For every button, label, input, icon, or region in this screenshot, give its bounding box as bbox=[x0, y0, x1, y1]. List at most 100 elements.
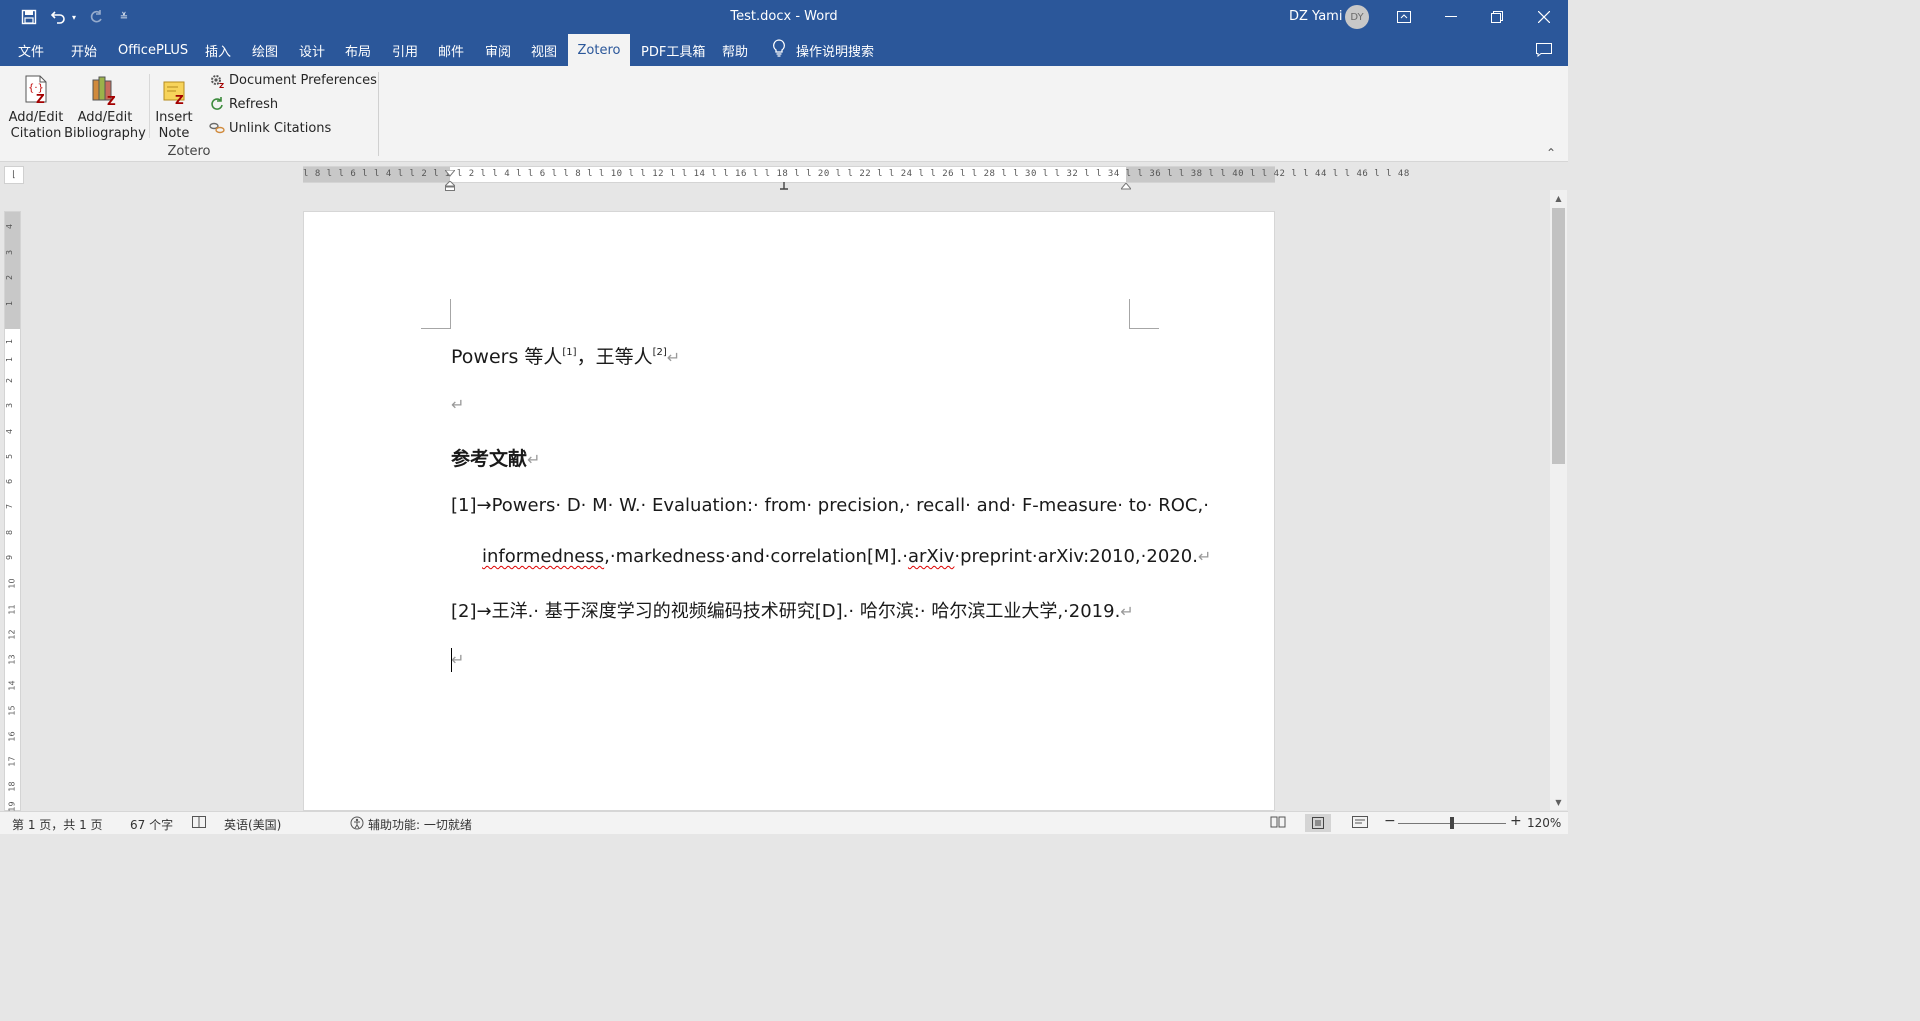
unlink-citations-label: Unlink Citations bbox=[229, 120, 332, 136]
note-icon: Z bbox=[158, 74, 190, 107]
avatar[interactable]: DY bbox=[1345, 5, 1369, 29]
undo-icon[interactable] bbox=[48, 6, 68, 28]
tab-pdf-toolbox[interactable]: PDF工具箱 bbox=[631, 34, 715, 66]
minimize-icon[interactable] bbox=[1428, 0, 1474, 34]
vruler-tick: 7 bbox=[5, 503, 15, 510]
svg-text:Z: Z bbox=[36, 92, 45, 106]
right-indent-marker[interactable] bbox=[1119, 176, 1133, 190]
text-run: ，王等人 bbox=[576, 346, 653, 368]
ribbon-separator bbox=[149, 74, 150, 138]
tab-help[interactable]: 帮助 bbox=[712, 34, 758, 66]
tab-design[interactable]: 设计 bbox=[289, 34, 335, 66]
unlink-icon bbox=[209, 120, 225, 136]
word-count[interactable]: 67 个字 bbox=[130, 816, 173, 833]
zoom-slider-thumb[interactable] bbox=[1450, 817, 1454, 829]
refresh-icon bbox=[209, 96, 225, 112]
reference-1-line-1[interactable]: [1]→Powers· D· M· W.· Evaluation:· from·… bbox=[451, 495, 1209, 516]
text-run: ·preprint·arXiv:2010,·2020. bbox=[954, 546, 1198, 567]
body-paragraph[interactable]: Powers 等人[1]，王等人[2]↵ bbox=[451, 342, 680, 369]
undo-dropdown-icon[interactable]: ▾ bbox=[68, 6, 80, 28]
bibliography-label-1: Add/Edit bbox=[77, 110, 133, 125]
redo-icon[interactable] bbox=[86, 6, 106, 28]
center-tab-marker[interactable] bbox=[780, 175, 788, 190]
citation-2[interactable]: [2] bbox=[653, 347, 667, 358]
web-layout-icon[interactable] bbox=[1352, 816, 1368, 831]
accessibility-status[interactable]: 辅助功能: 一切就绪 bbox=[368, 816, 472, 833]
spelling-error[interactable]: informedness bbox=[482, 546, 604, 567]
tab-view[interactable]: 视图 bbox=[521, 34, 567, 66]
citation-icon: {·} Z bbox=[20, 74, 52, 106]
vruler-tick: 3 bbox=[5, 249, 15, 256]
tab-references[interactable]: 引用 bbox=[382, 34, 428, 66]
reference-2[interactable]: [2]→王洋.· 基于深度学习的视频编码技术研究[D].· 哈尔滨:· 哈尔滨工… bbox=[451, 597, 1134, 623]
status-bar: 第 1 页，共 1 页 67 个字 英语(美国) 辅助功能: 一切就绪 − + … bbox=[0, 811, 1568, 834]
collapse-ribbon-icon[interactable]: ⌃ bbox=[1546, 146, 1556, 160]
refresh-button[interactable]: Refresh bbox=[209, 93, 278, 115]
language[interactable]: 英语(美国) bbox=[224, 816, 281, 833]
first-line-indent-marker[interactable] bbox=[443, 163, 457, 177]
vruler-tick: 9 bbox=[5, 554, 15, 561]
comments-icon[interactable] bbox=[1521, 34, 1567, 66]
spelling-error[interactable]: arXiv bbox=[908, 546, 954, 567]
proofing-icon[interactable] bbox=[192, 816, 206, 831]
print-layout-icon[interactable] bbox=[1305, 814, 1331, 832]
add-edit-citation-button[interactable]: {·} Z Add/Edit Citation bbox=[8, 74, 64, 142]
crop-mark-tr bbox=[1129, 299, 1159, 329]
read-mode-icon[interactable] bbox=[1270, 816, 1286, 831]
title-bar: ▾ ≚ Test.docx - Word DZ Yami DY bbox=[0, 0, 1568, 34]
svg-text:Z: Z bbox=[175, 93, 184, 106]
scroll-thumb[interactable] bbox=[1552, 208, 1565, 464]
tab-mailings[interactable]: 邮件 bbox=[428, 34, 474, 66]
gear-icon: Z bbox=[209, 72, 225, 90]
tab-officeplus[interactable]: OfficePLUS bbox=[108, 34, 198, 66]
tab-insert[interactable]: 插入 bbox=[195, 34, 241, 66]
bibliography-heading[interactable]: 参考文献↵ bbox=[451, 444, 540, 471]
tab-zotero[interactable]: Zotero bbox=[568, 34, 630, 66]
customize-qat-icon[interactable]: ≚ bbox=[116, 6, 132, 28]
reference-1-line-2[interactable]: informedness,·markedness·and·correlation… bbox=[482, 546, 1211, 567]
paragraph-mark: ↵ bbox=[1197, 547, 1212, 566]
citation-label-1: Add/Edit bbox=[8, 110, 64, 125]
insert-note-button[interactable]: Z Insert Note bbox=[152, 74, 196, 142]
citation-1[interactable]: [1] bbox=[562, 347, 576, 358]
restore-icon[interactable] bbox=[1474, 0, 1520, 34]
tab-home[interactable]: 开始 bbox=[61, 34, 107, 66]
vruler-tick: 6 bbox=[5, 478, 15, 485]
text-run: Powers 等人 bbox=[451, 346, 563, 368]
tab-layout[interactable]: 布局 bbox=[335, 34, 381, 66]
vruler-tick: 11 bbox=[7, 604, 17, 615]
scroll-up-icon[interactable]: ▲ bbox=[1550, 190, 1567, 206]
tab-review[interactable]: 审阅 bbox=[475, 34, 521, 66]
accessibility-icon[interactable] bbox=[350, 816, 364, 833]
vruler-tick: 15 bbox=[7, 705, 17, 716]
unlink-citations-button[interactable]: Unlink Citations bbox=[209, 117, 331, 139]
add-edit-bibliography-button[interactable]: Z Add/Edit Bibliography bbox=[64, 74, 146, 142]
vruler-tick: 2 bbox=[5, 377, 15, 384]
bibliography-label-2: Bibliography bbox=[64, 126, 146, 141]
vertical-ruler[interactable]: 4 3 2 1 1 1 2 3 4 5 6 7 8 9 10 11 12 13 … bbox=[4, 211, 21, 812]
scroll-down-icon[interactable]: ▼ bbox=[1550, 794, 1567, 810]
citation-label-2: Citation bbox=[10, 126, 62, 141]
vertical-scrollbar[interactable]: ▲ ▼ bbox=[1550, 190, 1567, 810]
reference-1-text: [1]→Powers· D· M· W.· Evaluation:· from·… bbox=[451, 495, 1209, 516]
document-preferences-button[interactable]: Z Document Preferences bbox=[209, 69, 377, 91]
bibliography-icon: Z bbox=[89, 74, 121, 108]
horizontal-ruler[interactable]: l 8 l l 6 l l 4 l l 2 l ı l 2 l l 4 l l … bbox=[303, 163, 1409, 191]
zoom-in-button[interactable]: + bbox=[1510, 813, 1522, 829]
close-icon[interactable] bbox=[1521, 0, 1567, 34]
hanging-indent-marker[interactable] bbox=[443, 176, 457, 191]
tell-me-search[interactable]: 操作说明搜索 bbox=[772, 34, 874, 66]
ribbon-display-options-icon[interactable] bbox=[1381, 0, 1427, 34]
page-count[interactable]: 第 1 页，共 1 页 bbox=[12, 816, 103, 833]
tab-draw[interactable]: 绘图 bbox=[242, 34, 288, 66]
tab-file[interactable]: 文件 bbox=[8, 34, 54, 66]
zoom-level[interactable]: 120% bbox=[1527, 816, 1561, 830]
user-name[interactable]: DZ Yami bbox=[1289, 9, 1342, 24]
tab-selector[interactable]: ⌊ bbox=[4, 166, 24, 184]
last-paragraph[interactable]: ↵ bbox=[451, 648, 464, 670]
empty-paragraph[interactable]: ↵ bbox=[451, 393, 464, 415]
document-page[interactable]: Powers 等人[1]，王等人[2]↵ ↵ 参考文献↵ [1]→Powers·… bbox=[303, 211, 1275, 811]
save-icon[interactable] bbox=[18, 6, 40, 28]
vruler-tick: 14 bbox=[7, 680, 17, 691]
zoom-out-button[interactable]: − bbox=[1384, 813, 1396, 829]
